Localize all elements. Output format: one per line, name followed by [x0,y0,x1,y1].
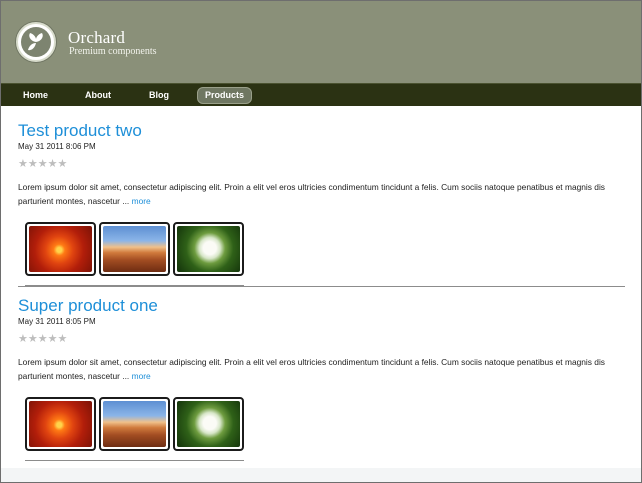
star-icon[interactable]: ★ [18,333,28,345]
product-title[interactable]: Test product two [18,121,625,141]
product-description: Lorem ipsum dolor sit amet, consectetur … [18,180,625,208]
gallery-underline [25,460,244,461]
star-icon[interactable]: ★ [38,158,48,170]
red-dahlia-image [29,226,92,272]
white-hydrangea-image [177,401,240,447]
site-header: Orchard Premium components [1,1,641,83]
white-hydrangea-image [177,226,240,272]
nav-item-about[interactable]: About [78,87,118,104]
product-date: May 31 2011 8:05 PM [18,317,96,326]
star-rating[interactable]: ★★★★★ [18,329,625,345]
leaf-icon [28,33,43,51]
site-slogan: Premium components [69,46,157,57]
star-icon[interactable]: ★ [18,158,28,170]
product-thumbnail[interactable] [173,397,244,451]
star-icon[interactable]: ★ [28,158,38,170]
product-thumbnail[interactable] [173,222,244,276]
more-link[interactable]: more [132,371,151,381]
product-image-gallery [18,397,625,461]
product-thumbnail[interactable] [25,222,96,276]
star-icon[interactable]: ★ [38,333,48,345]
description-text: Lorem ipsum dolor sit amet, consectetur … [18,357,605,381]
main-content: Test product two May 31 2011 8:06 PM ★★★… [1,106,641,468]
desert-mesa-image [103,401,166,447]
orchard-logo[interactable] [16,22,56,62]
product-title[interactable]: Super product one [18,296,625,316]
product-summary: Test product two May 31 2011 8:06 PM ★★★… [18,121,625,286]
red-dahlia-image [29,401,92,447]
star-icon[interactable]: ★ [48,333,58,345]
star-icon[interactable]: ★ [58,333,68,345]
product-date: May 31 2011 8:06 PM [18,142,96,151]
nav-item-home[interactable]: Home [16,87,55,104]
more-link[interactable]: more [132,196,151,206]
desert-mesa-image [103,226,166,272]
main-navigation: Home About Blog Products [1,83,641,106]
star-rating[interactable]: ★★★★★ [18,154,625,170]
description-text: Lorem ipsum dolor sit amet, consectetur … [18,182,605,206]
product-divider [18,286,625,287]
product-summary: Super product one May 31 2011 8:05 PM ★★… [18,296,625,461]
product-thumbnail[interactable] [99,397,170,451]
nav-item-products[interactable]: Products [197,87,253,104]
product-thumbnail[interactable] [25,397,96,451]
product-description: Lorem ipsum dolor sit amet, consectetur … [18,355,625,383]
product-image-gallery [18,222,625,286]
star-icon[interactable]: ★ [28,333,38,345]
site-name[interactable]: Orchard [68,28,125,48]
page-footer [1,468,641,482]
logo-badge [21,27,51,57]
product-thumbnail[interactable] [99,222,170,276]
star-icon[interactable]: ★ [48,158,58,170]
star-icon[interactable]: ★ [58,158,68,170]
nav-item-blog[interactable]: Blog [142,87,176,104]
browser-page: Orchard Premium components Home About Bl… [0,0,642,483]
